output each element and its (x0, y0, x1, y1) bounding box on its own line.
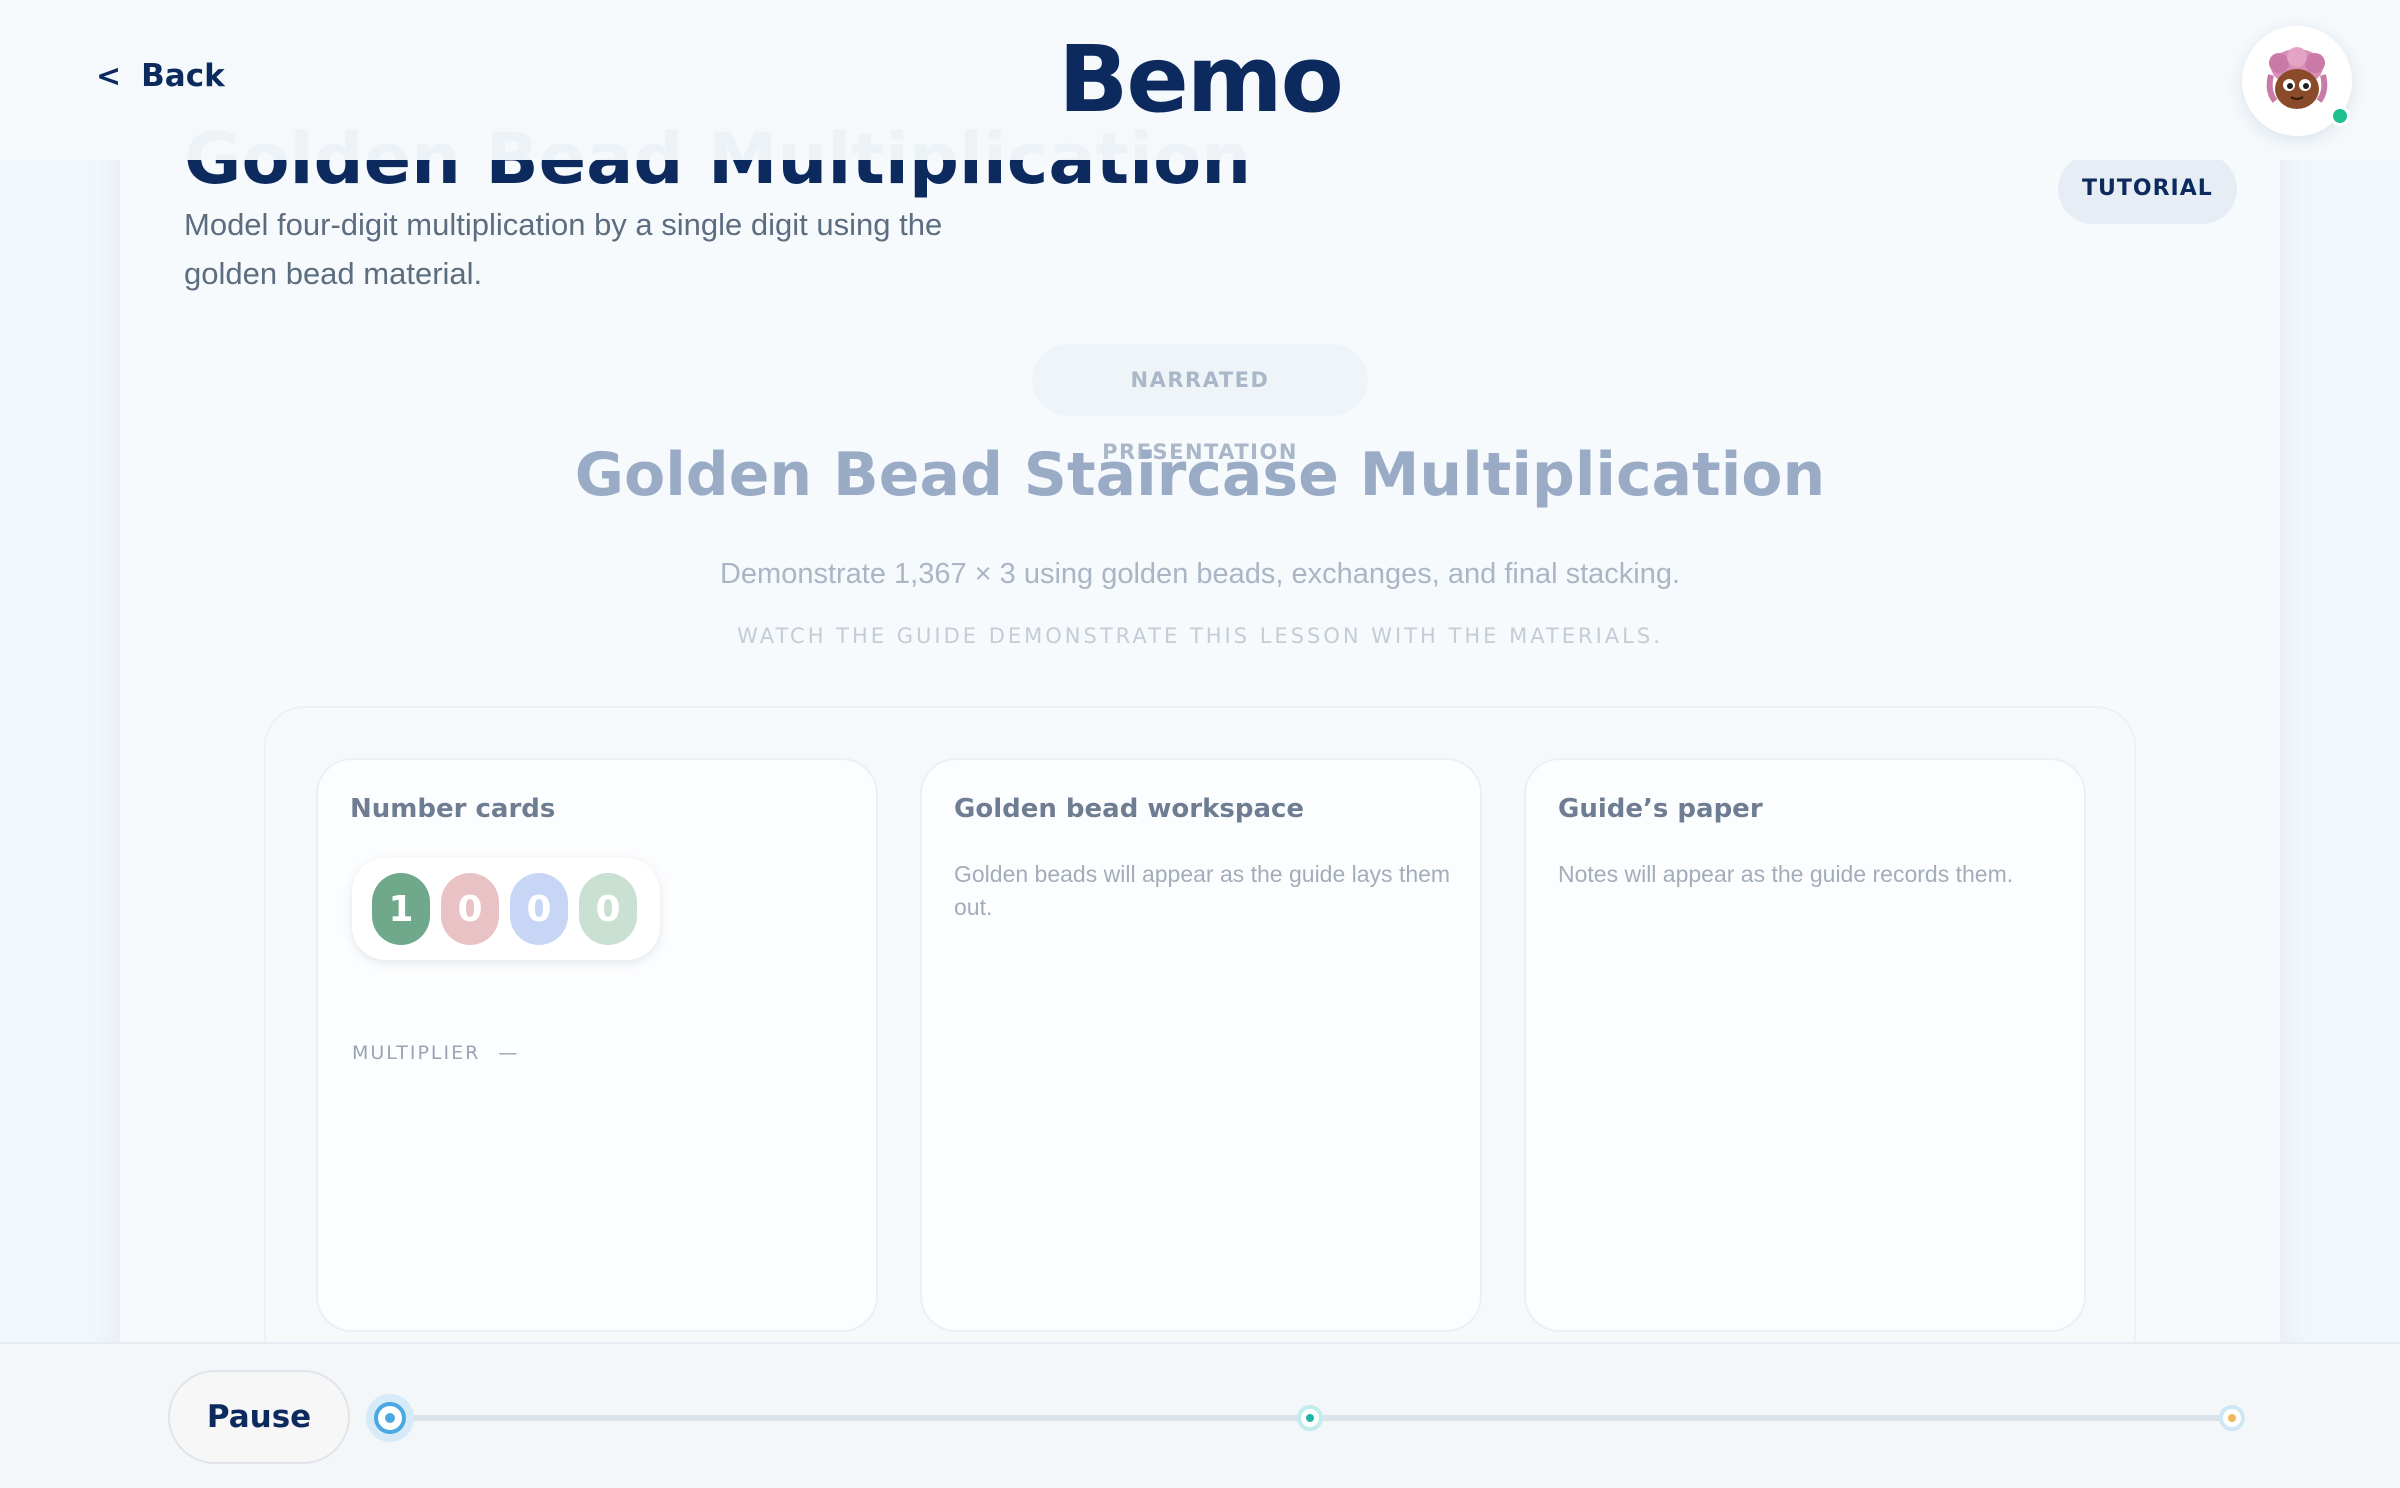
lesson-description: Model four-digit multiplication by a sin… (184, 207, 943, 291)
progress-marker-step[interactable] (1297, 1405, 1323, 1431)
guide-paper-panel: Guide’s paper Notes will appear as the g… (1524, 758, 2086, 1332)
panel-placeholder-text: Notes will appear as the guide records t… (1558, 861, 2014, 887)
materials-stage: Number cards 1 0 0 0 MULTIPLIER — Golden… (264, 706, 2136, 1446)
number-card[interactable]: 0 (579, 873, 637, 945)
number-card[interactable]: 1 (372, 873, 430, 945)
golden-bead-workspace-panel: Golden bead workspace Golden beads will … (920, 758, 1482, 1332)
avatar-character-icon (2266, 47, 2328, 109)
presentation-mode-pill: NARRATED PRESENTATION (1032, 344, 1368, 464)
progress-marker-end[interactable] (2219, 1405, 2245, 1431)
number-card[interactable]: 0 (510, 873, 568, 945)
panel-placeholder-text: Golden beads will appear as the guide la… (954, 861, 1451, 920)
panel-title: Guide’s paper (1558, 794, 1763, 824)
presentation-title: Golden Bead Staircase Multiplication (574, 440, 1826, 510)
multiplier-label: MULTIPLIER (352, 1042, 481, 1064)
multiplier-value: — (498, 1042, 520, 1064)
multiplier-readout: MULTIPLIER — (352, 1042, 519, 1064)
presentation-hint: WATCH THE GUIDE DEMONSTRATE THIS LESSON … (737, 624, 1663, 648)
playback-bar: Pause (0, 1342, 2400, 1488)
tutorial-badge: TUTORIAL (2058, 154, 2237, 224)
number-cards-tray: 1 0 0 0 (352, 858, 660, 960)
avatar[interactable] (2242, 26, 2352, 136)
progress-marker-current[interactable] (366, 1394, 414, 1442)
top-bar: < Back Bemo (0, 0, 2400, 160)
number-card[interactable]: 0 (441, 873, 499, 945)
brand-logo: Bemo (1058, 26, 1344, 133)
panel-title: Number cards (350, 794, 556, 824)
number-cards-panel: Number cards 1 0 0 0 MULTIPLIER — (316, 758, 878, 1332)
presentation-subtitle: Demonstrate 1,367 × 3 using golden beads… (719, 558, 1681, 590)
panel-title: Golden bead workspace (954, 794, 1305, 824)
pause-button[interactable]: Pause (168, 1370, 350, 1464)
online-status-dot (2330, 106, 2350, 126)
